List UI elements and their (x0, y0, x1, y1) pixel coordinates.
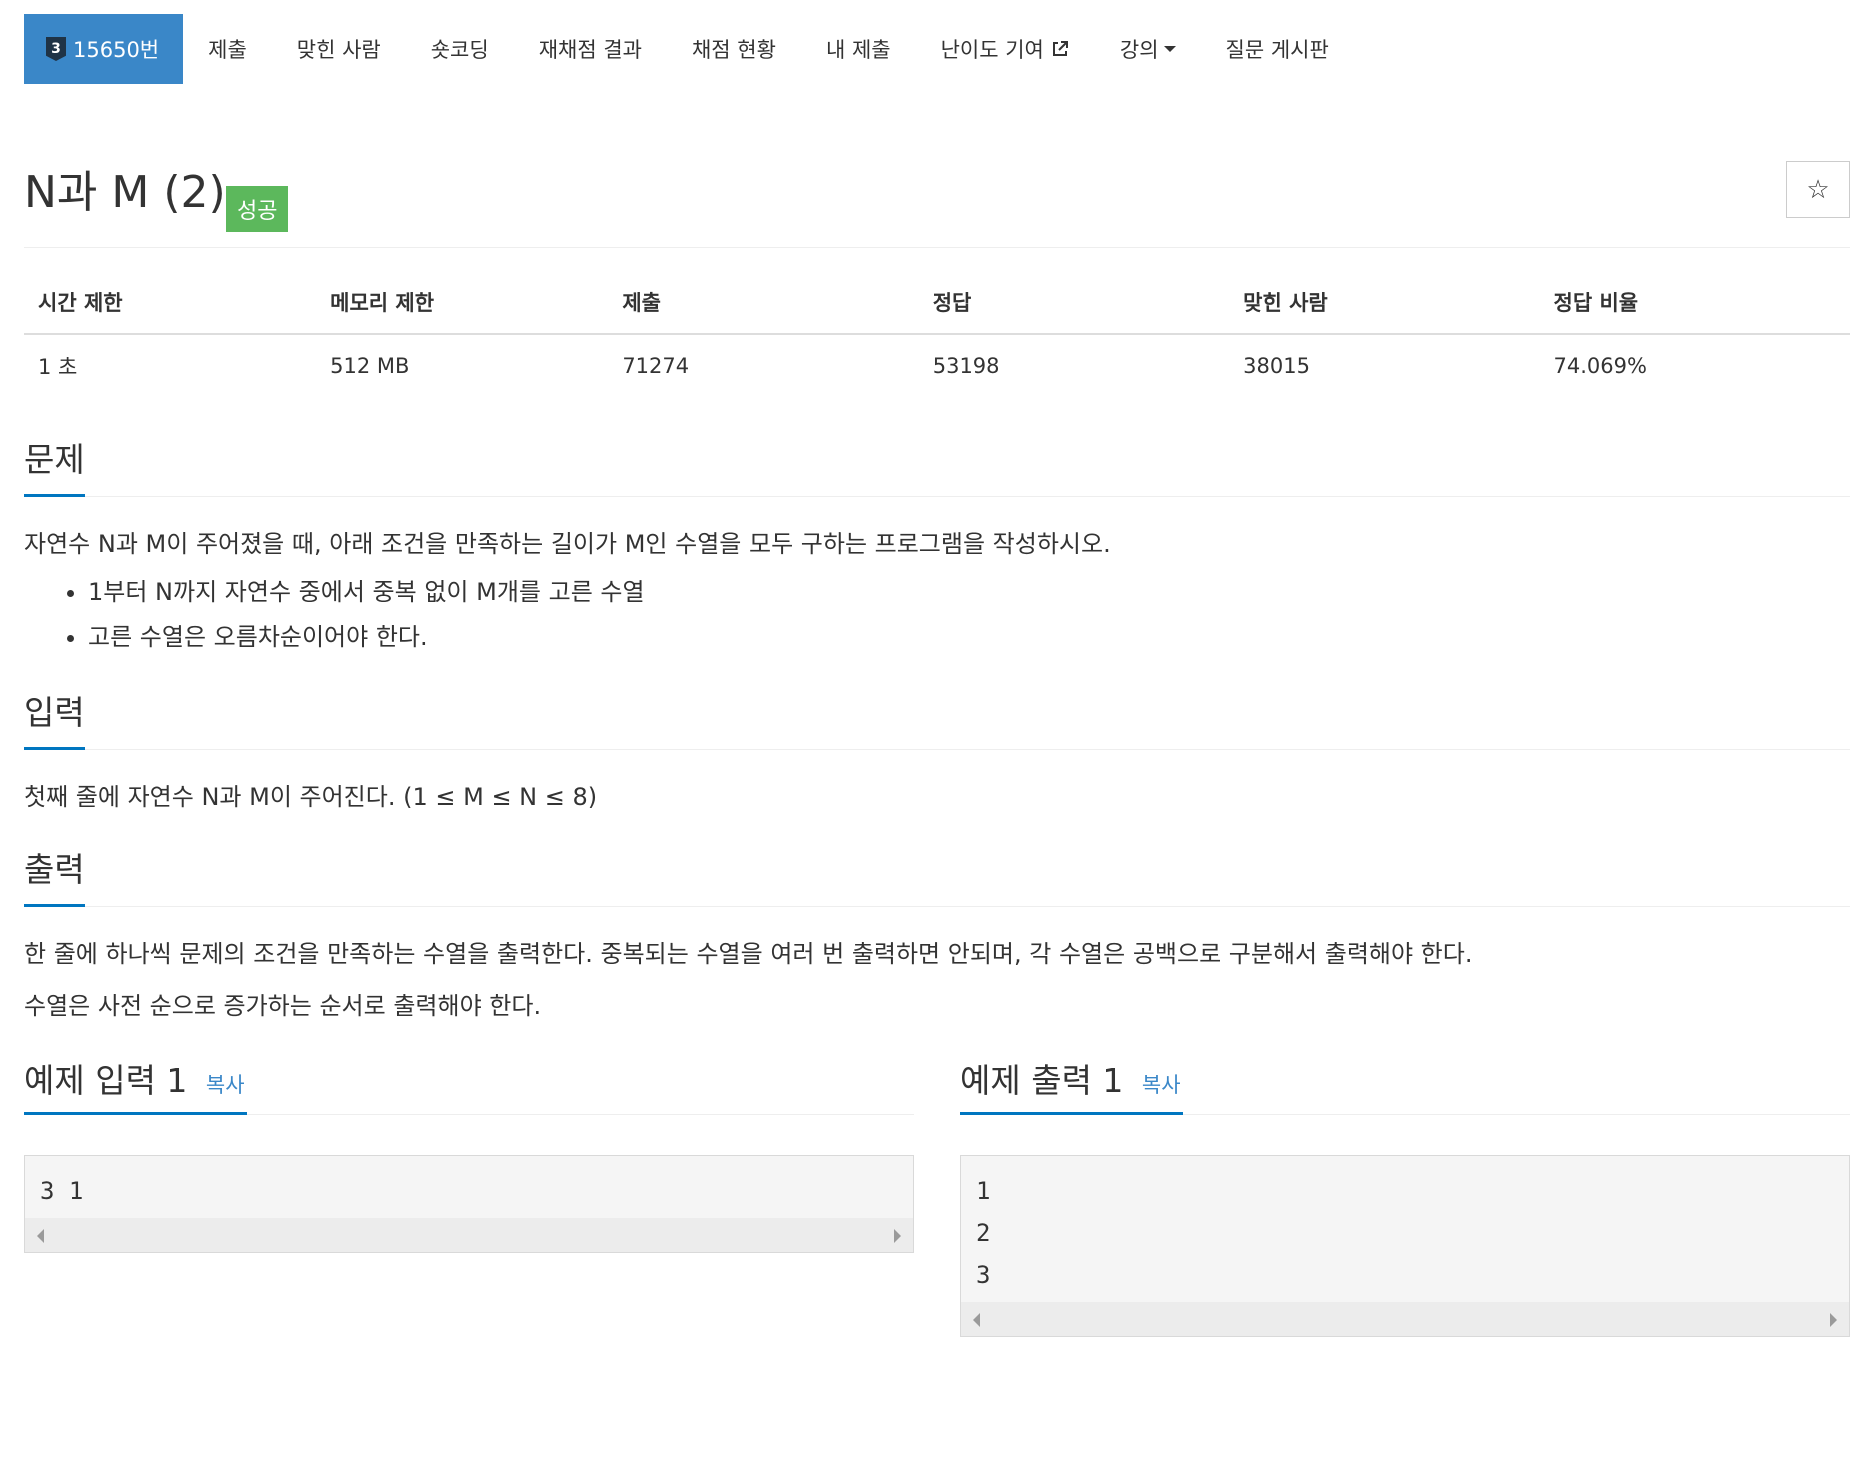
output-section: 출력 한 줄에 하나씩 문제의 조건을 만족하는 수열을 출력한다. 중복되는 … (24, 847, 1850, 1026)
tab-short-coding[interactable]: 숏코딩 (406, 14, 514, 84)
scroll-right-icon[interactable] (894, 1229, 901, 1244)
tab-qna-board[interactable]: 질문 게시판 (1201, 14, 1354, 84)
copy-output-link[interactable]: 복사 (1142, 1073, 1181, 1097)
sample-input-title-wrap: 예제 입력 1 복사 (24, 1059, 247, 1116)
header-solvers: 맞힌 사람 (1229, 284, 1540, 335)
tier-badge-icon: 3 (46, 37, 66, 61)
status-badge: 성공 (226, 186, 289, 232)
output-header: 출력 (24, 847, 1850, 907)
input-header: 입력 (24, 690, 1850, 751)
description-title: 문제 (24, 437, 85, 497)
accept-ratio-value: 74.069% (1553, 354, 1647, 378)
input-text: 첫째 줄에 자연수 N과 M이 주어진다. (1 ≤ M ≤ N ≤ 8) (24, 783, 598, 812)
favorite-star-button[interactable]: ☆ (1786, 161, 1850, 218)
accepted-value: 53198 (932, 354, 1000, 378)
tab-difficulty-label: 난이도 기여 (940, 38, 1044, 62)
tab-difficulty[interactable]: 난이도 기여 (916, 14, 1095, 84)
header-submissions: 제출 (608, 284, 919, 335)
tab-rejudge[interactable]: 재채점 결과 (514, 14, 667, 84)
sample-input-header: 예제 입력 1 복사 (24, 1059, 914, 1116)
submissions-value: 71274 (622, 354, 690, 378)
output-title: 출력 (24, 847, 85, 907)
header-memory-limit: 메모리 제한 (316, 284, 609, 335)
sample-input-title: 예제 입력 1 (24, 1061, 188, 1101)
scroll-right-icon[interactable] (1830, 1313, 1837, 1328)
sample-input: 예제 입력 1 복사 3 1 (24, 1059, 914, 1337)
description-body: 자연수 N과 M이 주어졌을 때, 아래 조건을 만족하는 길이가 M인 수열을… (24, 525, 1850, 656)
sample-output-box: 1 2 3 (960, 1155, 1850, 1338)
problem-nav: 3 15650번 제출 맞힌 사람 숏코딩 재채점 결과 채점 현황 내 제출 … (24, 14, 1850, 84)
output-body: 한 줄에 하나씩 문제의 조건을 만족하는 수열을 출력한다. 중복되는 수열을… (24, 935, 1850, 1026)
description-bullet: 1부터 N까지 자연수 중에서 중복 없이 M개를 고른 수열 (88, 573, 1850, 611)
page-title: N과 M (2) (24, 167, 226, 218)
scroll-left-icon[interactable] (37, 1229, 44, 1244)
tab-my-submissions[interactable]: 내 제출 (801, 14, 916, 84)
info-value-row: 1 초 512 MB 71274 53198 38015 74.069% (24, 334, 1850, 397)
header-accept-ratio: 정답 비율 (1539, 284, 1850, 335)
caret-down-icon (1163, 46, 1176, 52)
tab-status[interactable]: 채점 현황 (667, 14, 801, 84)
time-limit-value: 1 초 (38, 355, 78, 379)
scroll-left-icon[interactable] (973, 1313, 980, 1328)
horizontal-scrollbar[interactable] (961, 1302, 1849, 1337)
solvers-value: 38015 (1243, 354, 1310, 378)
tab-submit[interactable]: 제출 (183, 14, 272, 84)
samples-row: 예제 입력 1 복사 3 1 예제 출력 1 복사 1 2 3 (24, 1059, 1850, 1338)
problem-page: 3 15650번 제출 맞힌 사람 숏코딩 재채점 결과 채점 현황 내 제출 … (24, 14, 1850, 1338)
sample-output-title-wrap: 예제 출력 1 복사 (960, 1059, 1183, 1116)
star-icon: ☆ (1806, 174, 1830, 205)
title-row: N과 M (2) 성공 ☆ (24, 84, 1850, 248)
memory-limit-value: 512 MB (330, 354, 410, 378)
input-body: 첫째 줄에 자연수 N과 M이 주어진다. (1 ≤ M ≤ N ≤ 8) (24, 778, 1850, 816)
output-text: 한 줄에 하나씩 문제의 조건을 만족하는 수열을 출력한다. 중복되는 수열을… (24, 939, 1473, 968)
tab-problem[interactable]: 3 15650번 (24, 14, 184, 84)
copy-input-link[interactable]: 복사 (206, 1073, 245, 1097)
tab-lectures-label: 강의 (1119, 38, 1159, 62)
description-text: 자연수 N과 M이 주어졌을 때, 아래 조건을 만족하는 길이가 M인 수열을… (24, 530, 1111, 558)
output-text-2: 수열은 사전 순으로 증가하는 순서로 출력해야 한다. (24, 991, 542, 1020)
description-section: 문제 자연수 N과 M이 주어졌을 때, 아래 조건을 만족하는 길이가 M인 … (24, 437, 1850, 656)
sample-output-text: 1 2 3 (976, 1177, 991, 1290)
external-link-icon (1052, 41, 1068, 56)
horizontal-scrollbar[interactable] (25, 1218, 913, 1253)
sample-output: 예제 출력 1 복사 1 2 3 (960, 1059, 1850, 1338)
sample-input-text: 3 1 (40, 1177, 84, 1206)
info-header-row: 시간 제한 메모리 제한 제출 정답 맞힌 사람 정답 비율 (24, 284, 1850, 335)
tab-lectures[interactable]: 강의 (1095, 14, 1201, 84)
tab-solvers[interactable]: 맞힌 사람 (272, 14, 406, 84)
problem-info-table: 시간 제한 메모리 제한 제출 정답 맞힌 사람 정답 비율 1 초 512 M… (24, 284, 1850, 397)
description-bullet: 고른 수열은 오름차순이어야 한다. (88, 618, 1850, 656)
sample-input-box: 3 1 (24, 1155, 914, 1254)
header-accepted: 정답 (918, 284, 1230, 335)
header-time-limit: 시간 제한 (24, 284, 317, 335)
sample-output-title: 예제 출력 1 (960, 1061, 1124, 1101)
input-title: 입력 (24, 690, 85, 751)
tab-problem-label: 15650번 (73, 38, 160, 62)
description-bullets: 1부터 N까지 자연수 중에서 중복 없이 M개를 고른 수열 고른 수열은 오… (24, 573, 1850, 656)
input-section: 입력 첫째 줄에 자연수 N과 M이 주어진다. (1 ≤ M ≤ N ≤ 8) (24, 690, 1850, 816)
sample-output-header: 예제 출력 1 복사 (960, 1059, 1850, 1116)
description-header: 문제 (24, 437, 1850, 497)
